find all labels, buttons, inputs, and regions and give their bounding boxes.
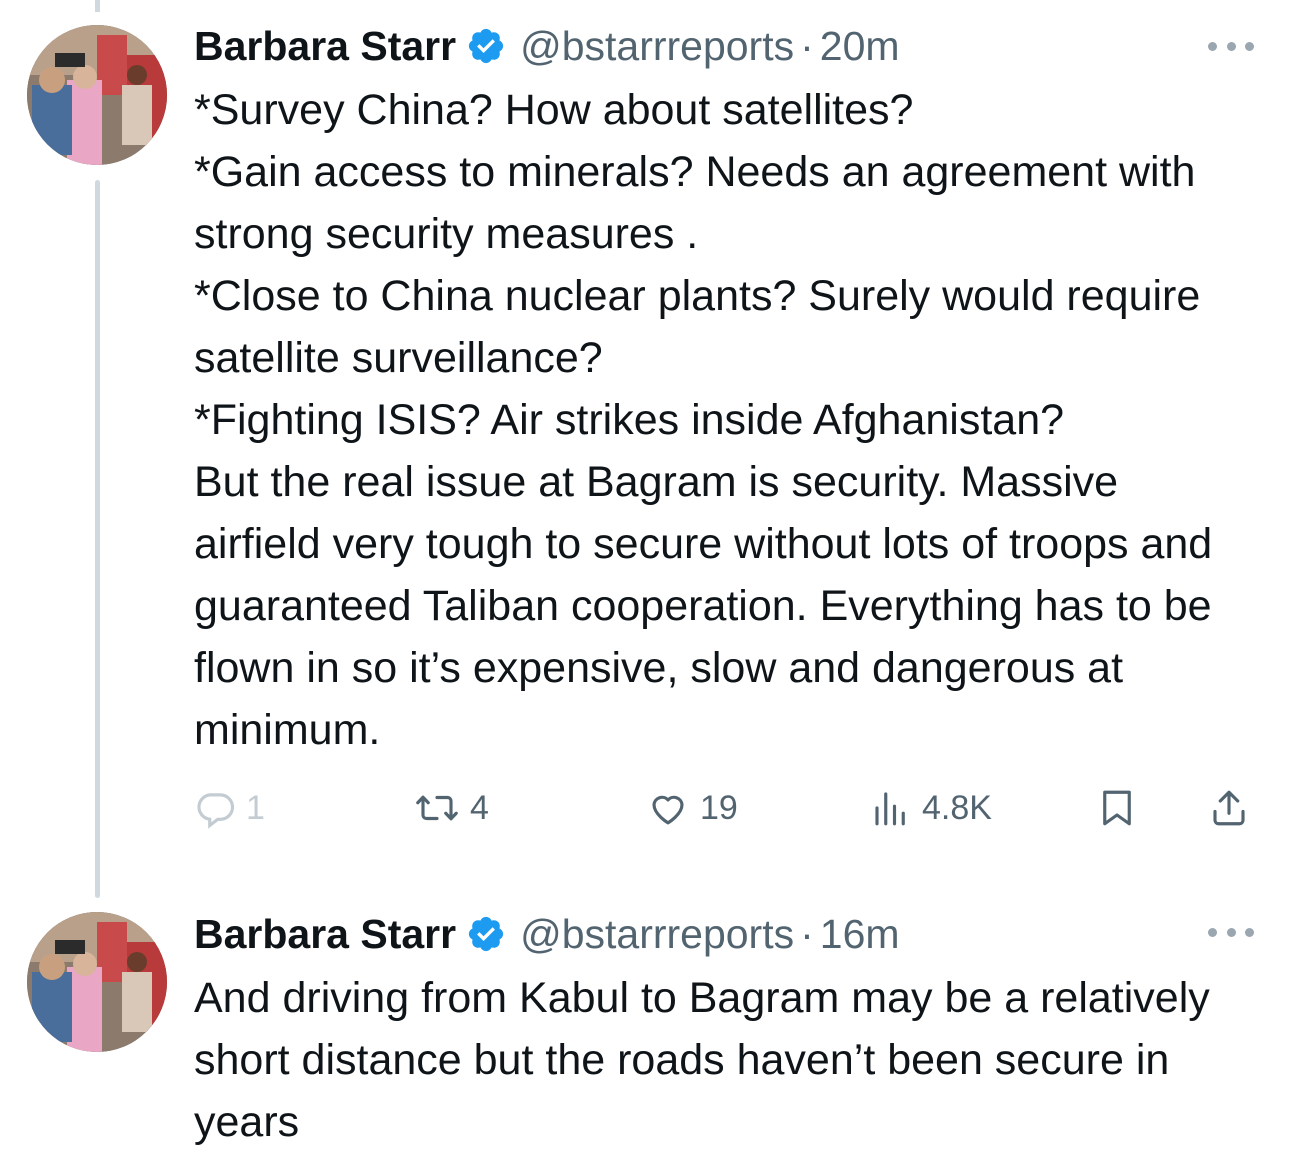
- views-count: 4.8K: [922, 788, 992, 827]
- tweet-text: And driving from Kabul to Bagram may be …: [194, 974, 1210, 1146]
- reply-button[interactable]: 1: [194, 780, 265, 836]
- tweet[interactable]: Barbara Starr @bstarrreports · 16m And d…: [0, 890, 1290, 1154]
- like-button[interactable]: 19: [646, 780, 738, 836]
- more-icon[interactable]: [1208, 922, 1254, 942]
- tweet[interactable]: Barbara Starr @bstarrreports · 20m *Surv…: [0, 0, 1290, 880]
- bookmark-button[interactable]: [1096, 780, 1138, 836]
- verified-badge-icon: [466, 914, 506, 954]
- reply-icon: [197, 793, 235, 829]
- avatar[interactable]: [27, 912, 167, 1052]
- tweet-header: Barbara Starr @bstarrreports · 20m: [194, 16, 900, 76]
- views-icon: [875, 792, 905, 826]
- bookmark-icon: [1103, 790, 1131, 826]
- like-icon: [652, 795, 684, 825]
- repost-icon: [416, 795, 458, 821]
- views-button[interactable]: 4.8K: [870, 780, 992, 836]
- author-name[interactable]: Barbara Starr: [194, 23, 456, 70]
- more-icon[interactable]: [1208, 36, 1254, 56]
- author-handle[interactable]: @bstarrreports: [520, 23, 794, 70]
- action-bar: 1 4 19 4.8K: [194, 780, 1264, 836]
- timestamp[interactable]: 16m: [820, 911, 900, 958]
- avatar-image: [27, 912, 167, 1052]
- share-icon: [1213, 790, 1245, 826]
- author-handle[interactable]: @bstarrreports: [520, 911, 794, 958]
- share-button[interactable]: [1208, 780, 1250, 836]
- like-count: 19: [700, 788, 738, 827]
- avatar[interactable]: [27, 25, 167, 165]
- reply-count: 1: [246, 788, 265, 827]
- repost-count: 4: [470, 788, 489, 827]
- separator: ·: [800, 22, 814, 69]
- tweet-header: Barbara Starr @bstarrreports · 16m: [194, 904, 900, 964]
- tweet-text: *Survey China? How about satellites? *Ga…: [194, 86, 1213, 754]
- avatar-image: [27, 25, 167, 165]
- repost-button[interactable]: 4: [414, 780, 489, 836]
- timestamp[interactable]: 20m: [820, 23, 900, 70]
- separator: ·: [800, 910, 814, 957]
- author-name[interactable]: Barbara Starr: [194, 911, 456, 958]
- verified-badge-icon: [466, 26, 506, 66]
